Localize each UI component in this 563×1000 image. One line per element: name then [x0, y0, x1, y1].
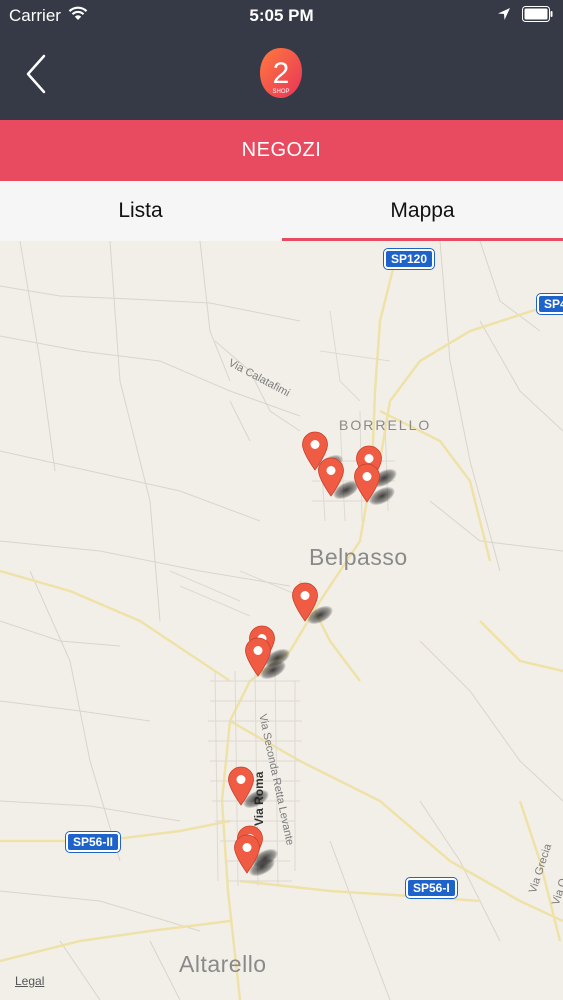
- location-arrow-icon: [498, 8, 510, 20]
- page-title-band: NEGOZI: [0, 120, 563, 181]
- logo-number: 2: [273, 57, 290, 90]
- road-shield-sp120: SP120: [384, 249, 435, 269]
- store-pin[interactable]: [317, 457, 345, 497]
- place-label-borrello: BORRELLO: [339, 417, 432, 433]
- road-shield-sp56-i: SP56-I: [406, 878, 457, 898]
- map-roads: [0, 241, 563, 1000]
- legal-link[interactable]: Legal: [15, 974, 44, 988]
- battery-icon: [522, 6, 553, 22]
- logo-text: SHOP: [272, 89, 289, 95]
- store-pin[interactable]: [353, 463, 381, 503]
- page-title: NEGOZI: [241, 139, 322, 161]
- store-pin[interactable]: [233, 834, 261, 874]
- tab-mappa[interactable]: Mappa: [282, 181, 563, 241]
- road-shield-sp56-ii: SP56-II: [66, 832, 121, 852]
- segmented-tabs: Lista Mappa: [0, 181, 563, 241]
- back-button[interactable]: [20, 50, 50, 98]
- place-label-altarello: Altarello: [179, 951, 267, 977]
- app-logo: 2 SHOP: [258, 46, 304, 100]
- clock: 5:05 PM: [249, 6, 314, 25]
- store-pin[interactable]: [244, 637, 272, 677]
- status-bar: Carrier 5:05 PM: [0, 0, 563, 30]
- tab-lista[interactable]: Lista: [0, 181, 281, 241]
- place-label-belpasso: Belpasso: [309, 544, 408, 570]
- map-view[interactable]: SP120 SP4 SP56-II SP56-I BORRELLO Belpas…: [0, 241, 563, 1000]
- store-pin[interactable]: [227, 766, 255, 806]
- store-pin[interactable]: [291, 582, 319, 622]
- road-shield-sp4: SP4: [537, 294, 563, 314]
- top-bar: Carrier 5:05 PM 2 SHOP: [0, 0, 563, 120]
